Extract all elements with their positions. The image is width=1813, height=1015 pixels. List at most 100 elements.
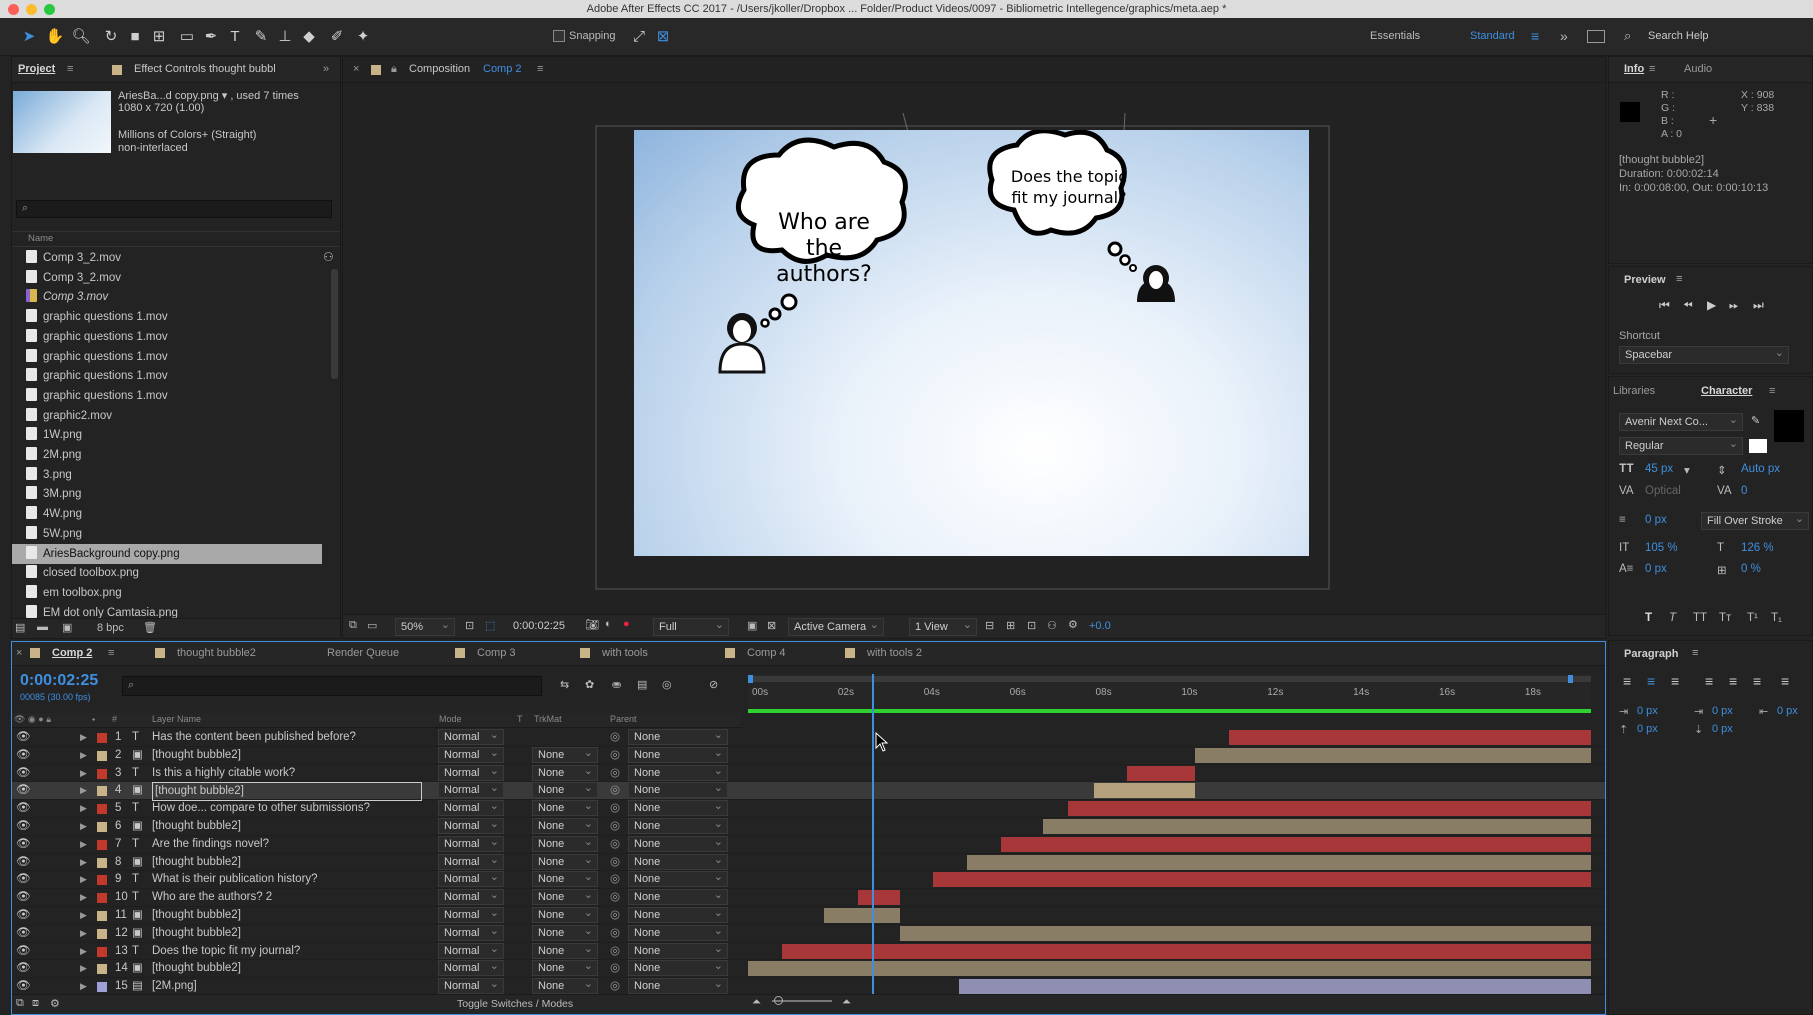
layer-label-color[interactable] [97,893,107,904]
mode-header[interactable]: Mode [439,714,462,724]
layer-row[interactable]: 👁︎ ▶ 11 ▣ [thought bubble2] Normal None ◎ None [12,906,1605,925]
pick-whip-icon[interactable]: ◎ [610,925,620,942]
timeline-tab[interactable]: Comp 2 [52,647,92,659]
search-help-input[interactable]: Search Help [1648,30,1709,42]
info-menu-icon[interactable]: ≡ [1649,63,1655,75]
layer-label-color[interactable] [97,839,107,850]
justify-all-icon[interactable]: ≡ [1781,673,1789,689]
timeline-tab[interactable]: Comp 4 [747,647,786,659]
project-item[interactable]: closed toolbox.png [12,563,322,583]
visibility-eye-icon[interactable]: 👁︎ [16,800,31,817]
layer-mode-dropdown[interactable]: Normal [438,746,504,763]
bit-depth-button[interactable]: 8 bpc [97,622,124,634]
time-ruler[interactable]: 00s 02s 04s 06s 08s 10s 12s 14s 16s 18s [748,674,1591,713]
type-tool-icon[interactable]: T [224,26,246,48]
project-item[interactable]: graphic2.mov [12,406,322,426]
layer-trkmat-dropdown[interactable]: None [532,799,598,817]
shortcut-dropdown[interactable]: Spacebar [1619,345,1789,364]
tsume-value[interactable]: 0 % [1741,563,1761,575]
shy-layers-icon[interactable]: ⛂ [612,678,621,691]
pen-tool-icon[interactable]: ✒ [200,26,222,48]
layer-parent-dropdown[interactable]: None [628,977,728,994]
graph-editor-icon[interactable]: ⊘ [709,678,718,691]
layer-name[interactable]: [thought bubble2] [152,960,241,977]
layer-name[interactable]: [thought bubble2] [152,818,241,835]
project-item[interactable]: 1W.png [12,425,322,445]
layer-name[interactable]: What is their publication history? [152,871,318,888]
new-folder-icon[interactable]: ▬ [37,621,48,633]
play-icon[interactable]: ▶ [1707,298,1716,312]
layer-parent-dropdown[interactable]: None [628,888,728,906]
space-after-value[interactable]: 0 px [1712,723,1733,735]
layer-label-color[interactable] [97,964,107,975]
layer-name[interactable]: [thought bubble2] [152,747,241,764]
layer-label-color[interactable] [97,822,107,832]
paragraph-menu-icon[interactable]: ≡ [1692,647,1698,659]
zoom-window-button[interactable] [44,4,55,15]
small-caps-icon[interactable]: Tт [1719,612,1731,624]
selection-tool-icon[interactable]: ➤ [18,26,40,48]
project-scrollbar[interactable] [331,269,338,379]
justify-last-center-icon[interactable]: ≡ [1729,673,1737,689]
chevron-down-icon[interactable]: ▾ [1684,463,1690,477]
close-tab-icon[interactable]: × [353,63,359,75]
color-channels-icon[interactable]: ● [623,618,630,630]
pick-whip-icon[interactable]: ◎ [610,943,620,960]
layer-label-color[interactable] [97,928,107,939]
project-item[interactable]: graphic questions 1.mov [12,347,322,367]
layer-duration-bar[interactable] [1228,730,1591,745]
twirl-arrow-icon[interactable]: ▶ [80,800,87,817]
font-size-value[interactable]: 45 px [1645,463,1673,475]
fast-previews-icon[interactable]: ⊞ [1006,619,1015,632]
layer-trkmat-dropdown[interactable]: None [532,924,598,941]
frame-blending-icon[interactable]: ▤ [637,678,647,691]
kerning-value[interactable]: Optical [1645,485,1681,497]
flowchart-icon[interactable]: ⚇ [323,250,334,264]
layer-parent-dropdown[interactable]: None [628,906,728,923]
layer-label-color[interactable] [97,786,107,797]
project-item[interactable]: Comp 3.mov [12,287,322,307]
interpret-footage-icon[interactable]: ▤ [15,621,25,634]
layer-duration-bar[interactable] [1127,765,1195,781]
workspace-window-icon[interactable] [1587,30,1605,43]
layer-parent-dropdown[interactable]: None [628,764,728,781]
timeline-tab[interactable]: Comp 3 [477,647,516,659]
zoom-tool-icon[interactable]: 🔍︎ [70,26,92,48]
layer-mode-dropdown[interactable]: Normal [438,853,504,870]
pick-whip-icon[interactable]: ◎ [610,907,620,924]
layer-trkmat-dropdown[interactable]: None [532,959,598,977]
project-item[interactable]: graphic questions 1.mov [12,366,322,386]
layer-parent-dropdown[interactable]: None [628,942,728,959]
twirl-arrow-icon[interactable]: ▶ [80,747,87,764]
layer-row[interactable]: 👁︎ ▶ 2 ▣ [thought bubble2] Normal None ◎ None [12,746,1605,765]
pick-whip-icon[interactable]: ◎ [610,729,620,746]
justify-last-left-icon[interactable]: ≡ [1705,673,1713,689]
timeline-tab[interactable]: with tools 2 [867,647,922,659]
composition-menu-icon[interactable]: ≡ [537,63,543,75]
layer-label-color[interactable] [97,875,107,886]
layer-row[interactable]: 👁︎ ▶ 7T Are the findings novel? Normal None ◎ N… [12,835,1605,854]
horizontal-scale-value[interactable]: 126 % [1741,542,1774,554]
font-style-dropdown[interactable]: Regular [1619,436,1743,455]
pick-whip-icon[interactable]: ◎ [610,818,620,835]
visibility-eye-icon[interactable]: 👁︎ [16,871,31,888]
layer-row[interactable]: 👁︎ ▶ 10 T Who are the authors? 2 Normal None ◎ N… [12,888,1605,907]
layer-trkmat-dropdown[interactable]: None [532,764,598,781]
space-before-value[interactable]: 0 px [1637,723,1658,735]
layer-duration-bar[interactable] [1043,819,1591,834]
reset-exposure-icon[interactable]: ⚙ [1068,618,1078,631]
work-area-end-handle[interactable] [1568,675,1573,683]
layer-label-color[interactable] [97,768,107,779]
resolution-dropdown[interactable]: Full [653,617,729,636]
project-search-input[interactable]: ⌕ [16,200,332,218]
snap-features-icon[interactable]: ⊠ [652,26,674,48]
visibility-eye-icon[interactable]: 👁︎ [16,782,31,799]
leading-value[interactable]: Auto px [1741,463,1780,475]
layer-trkmat-dropdown[interactable]: None [532,781,598,799]
more-workspaces-icon[interactable]: » [1560,28,1568,44]
pick-whip-icon[interactable]: ◎ [610,871,620,888]
twirl-arrow-icon[interactable]: ▶ [80,960,87,977]
faux-bold-icon[interactable]: T [1645,612,1652,624]
pick-whip-icon[interactable]: ◎ [610,800,620,817]
layer-duration-bar[interactable] [1068,801,1591,817]
